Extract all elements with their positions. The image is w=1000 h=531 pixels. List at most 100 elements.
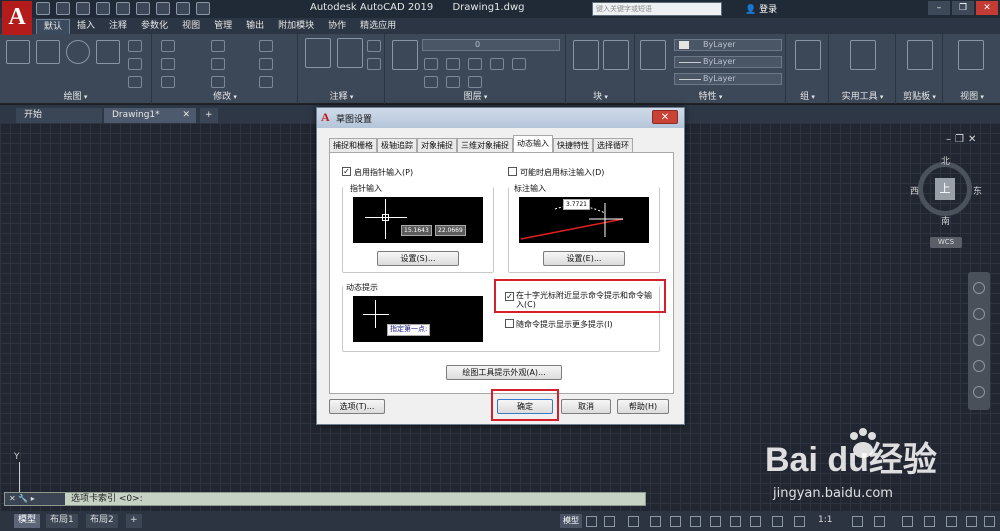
tab-insert[interactable]: 插入 [70,19,102,34]
cloud-icon[interactable] [116,2,130,15]
infer-constraints-icon[interactable] [628,516,639,527]
dim-settings-button[interactable]: 设置(E)... [543,251,625,266]
transparency-icon[interactable] [772,516,783,527]
undo-icon[interactable] [156,2,170,15]
tab-snap-grid[interactable]: 捕捉和栅格 [329,138,377,152]
restore-viewport-icon[interactable]: ❐ [955,134,964,145]
annotation-monitor-icon[interactable] [874,516,885,527]
maximize-icon[interactable]: ❐ [952,1,974,15]
rectangle-icon[interactable] [128,40,142,52]
login-button[interactable]: 👤 登录 [745,2,777,15]
close-tab-icon[interactable]: ✕ [182,108,190,122]
tab-output[interactable]: 输出 [239,19,271,34]
layout-tab-model[interactable]: 模型 [14,514,41,528]
recent-commands-icon[interactable]: ▸ [31,494,35,503]
close-command-icon[interactable]: ✕ [9,494,16,503]
doc-tab-drawing1[interactable]: Drawing1* ✕ [104,108,196,123]
layer-dropdown[interactable]: 0 [422,39,560,51]
command-line[interactable]: ✕ 🔧 ▸ 选项卡索引 <0>: [4,492,646,506]
cancel-button[interactable]: 取消 [561,399,611,414]
options-button[interactable]: 选项(T)... [329,399,385,414]
rotate-icon[interactable] [211,40,225,52]
compass-east[interactable]: 东 [973,184,982,197]
zoom-icon[interactable] [973,334,985,346]
quick-properties-icon[interactable] [924,516,935,527]
customization-icon[interactable] [984,516,995,527]
tab-parametric[interactable]: 参数化 [134,19,175,34]
save-as-icon[interactable] [96,2,110,15]
array-icon[interactable] [259,76,273,88]
lineweight-dropdown[interactable]: ByLayer [674,56,782,68]
enable-dim-checkbox[interactable] [508,167,517,176]
edit-block-icon[interactable] [603,40,629,70]
polyline-icon[interactable] [36,40,60,64]
linetype-dropdown[interactable]: ByLayer [674,73,782,85]
panel-properties-label[interactable]: 特性 [636,89,785,102]
layer-previous-icon[interactable] [424,76,438,88]
hatch-icon[interactable] [128,58,142,70]
tab-featured-apps[interactable]: 精选应用 [353,19,403,34]
layer-match-icon[interactable] [512,58,526,70]
orbit-icon[interactable] [973,360,985,372]
units-icon[interactable] [902,516,913,527]
gradient-icon[interactable] [128,76,142,88]
layer-merge-icon[interactable] [468,76,482,88]
table-icon[interactable] [367,58,381,70]
text-icon[interactable] [305,38,331,68]
tab-object-snap[interactable]: 对象捕捉 [417,138,457,152]
fillet-icon[interactable] [259,58,273,70]
object-snap-icon[interactable] [730,516,741,527]
print-icon[interactable] [136,2,150,15]
insert-block-icon[interactable] [573,40,599,70]
annotation-scale[interactable]: 1:1 [818,515,832,525]
paste-icon[interactable] [907,40,933,70]
trim-icon[interactable] [259,40,273,52]
tab-collaborate[interactable]: 协作 [321,19,353,34]
panel-utilities-label[interactable]: 实用工具 [830,89,895,102]
save-icon[interactable] [76,2,90,15]
tab-3d-object-snap[interactable]: 三维对象捕捉 [457,138,513,152]
close-viewport-icon[interactable]: ✕ [968,134,976,145]
isolate-objects-icon[interactable] [946,516,957,527]
isometric-icon[interactable] [690,516,701,527]
tab-polar-tracking[interactable]: 极轴追踪 [377,138,417,152]
close-icon[interactable]: ✕ [976,1,998,15]
layer-properties-icon[interactable] [392,40,418,70]
compass-west[interactable]: 西 [910,184,919,197]
tab-view[interactable]: 视图 [175,19,207,34]
layout-tab-1[interactable]: 布局1 [46,514,78,528]
workspace-gear-icon[interactable] [852,516,863,527]
minimize-viewport-icon[interactable]: – [946,134,951,145]
move-icon[interactable] [161,40,175,52]
lineweight-icon[interactable] [750,516,761,527]
match-properties-icon[interactable] [640,40,666,70]
compass-south[interactable]: 南 [941,214,950,227]
share-icon[interactable] [196,2,210,15]
ortho-icon[interactable] [650,516,661,527]
tab-default[interactable]: 默认 [36,19,71,34]
tab-selection-cycling[interactable]: 选择循环 [593,138,633,152]
panel-annotation-label[interactable]: 注释 [299,89,384,102]
layer-freeze-icon[interactable] [446,58,460,70]
panel-draw-label[interactable]: 绘图 [0,89,151,102]
layout-tab-2[interactable]: 布局2 [86,514,118,528]
panel-groups-label[interactable]: 组 [787,89,828,102]
panel-layers-label[interactable]: 图层 [386,89,565,102]
annotation-visibility-icon[interactable] [794,516,805,527]
tab-quick-properties[interactable]: 快捷特性 [553,138,593,152]
help-button[interactable]: 帮助(H) [617,399,669,414]
dialog-close-icon[interactable]: ✕ [652,110,678,124]
pointer-settings-button[interactable]: 设置(S)... [377,251,459,266]
panel-block-label[interactable]: 块 [567,89,634,102]
wcs-menu[interactable]: WCS [930,237,962,248]
tab-dynamic-input[interactable]: 动态输入 [513,135,553,152]
tooltip-appearance-button[interactable]: 绘图工具提示外观(A)... [446,365,562,380]
measure-icon[interactable] [850,40,876,70]
minimize-icon[interactable]: – [928,1,950,15]
leader-icon[interactable] [367,40,381,52]
steering-wheel-icon[interactable] [973,282,985,294]
base-view-icon[interactable] [958,40,984,70]
panel-clipboard-label[interactable]: 剪贴板 [897,89,942,102]
pan-icon[interactable] [973,308,985,320]
dialog-title-bar[interactable]: A 草图设置 ✕ [317,108,684,128]
